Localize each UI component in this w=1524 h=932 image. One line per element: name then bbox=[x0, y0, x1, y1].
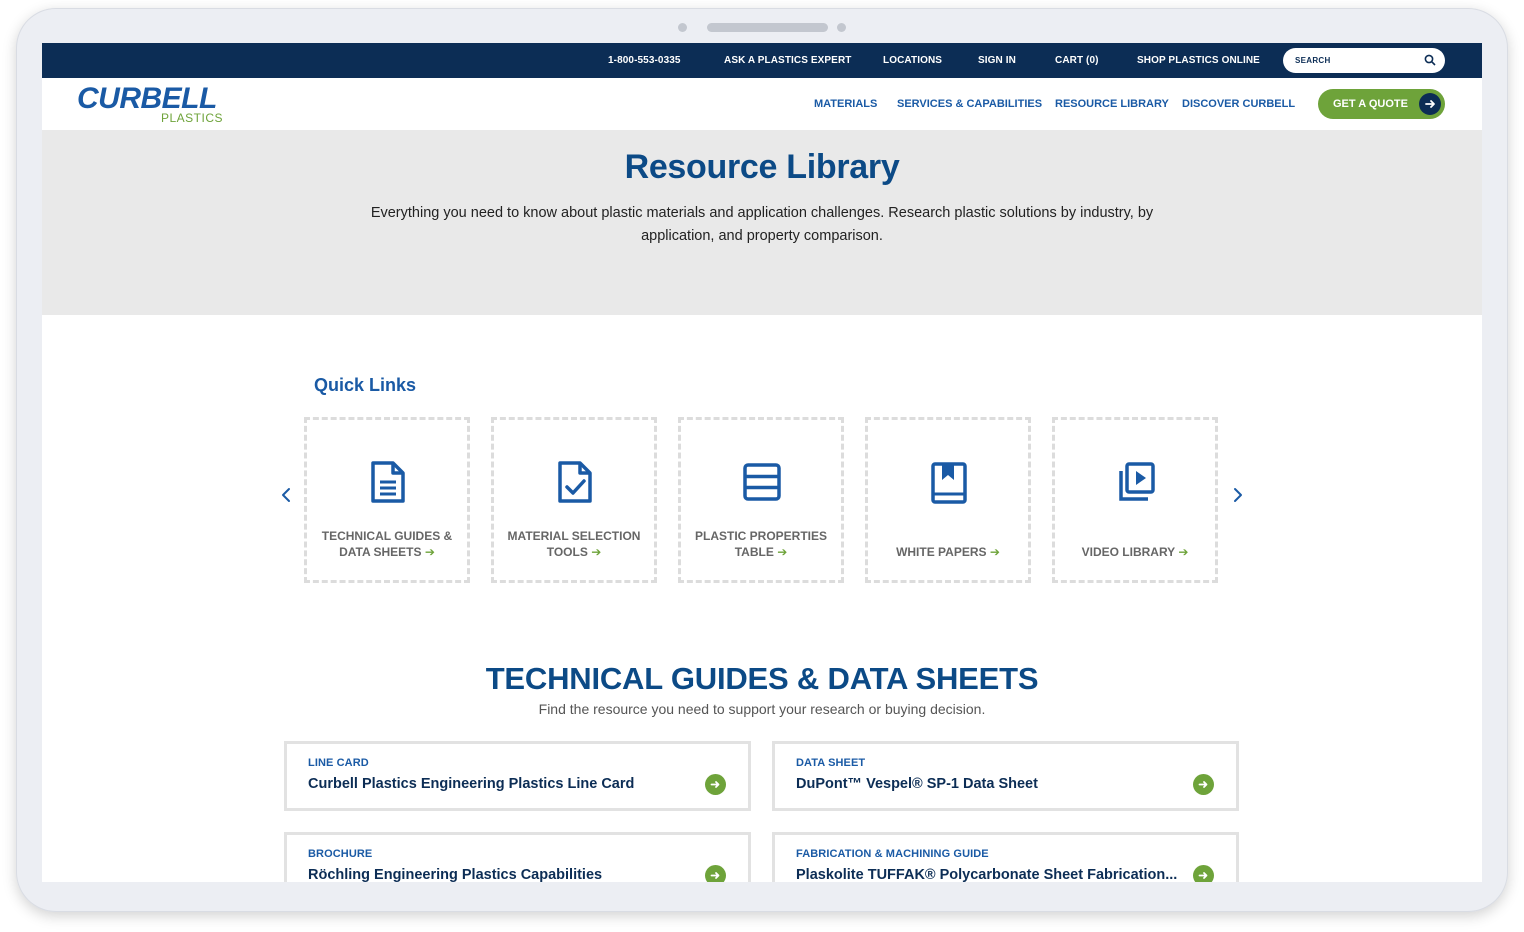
browser-screen: 1-800-553-0335 ASK A PLASTICS EXPERT LOC… bbox=[42, 43, 1482, 882]
speaker-slot bbox=[707, 23, 828, 32]
search-input[interactable]: SEARCH bbox=[1283, 48, 1445, 73]
resource-type: BROCHURE bbox=[308, 848, 373, 860]
locations-link[interactable]: LOCATIONS bbox=[883, 43, 942, 78]
resource-title: DuPont™ Vespel® SP-1 Data Sheet bbox=[796, 776, 1038, 792]
device-frame: 1-800-553-0335 ASK A PLASTICS EXPERT LOC… bbox=[16, 8, 1508, 912]
sign-in-link[interactable]: SIGN IN bbox=[978, 43, 1016, 78]
resource-type: FABRICATION & MACHINING GUIDE bbox=[796, 848, 989, 860]
arrow-right-icon[interactable] bbox=[705, 865, 726, 882]
resource-title: Curbell Plastics Engineering Plastics Li… bbox=[308, 776, 635, 792]
resource-title: Plaskolite TUFFAK® Polycarbonate Sheet F… bbox=[796, 867, 1178, 882]
page-title: Resource Library bbox=[624, 148, 900, 186]
arrow-right-icon[interactable] bbox=[1193, 865, 1214, 882]
quick-link-label: WHITE PAPERS ➔ bbox=[896, 545, 1000, 559]
resource-type: LINE CARD bbox=[308, 757, 369, 769]
utility-bar: 1-800-553-0335 ASK A PLASTICS EXPERT LOC… bbox=[42, 43, 1482, 78]
hero-description: Everything you need to know about plasti… bbox=[370, 205, 1154, 244]
resource-title: Röchling Engineering Plastics Capabiliti… bbox=[308, 867, 603, 882]
table-icon bbox=[743, 463, 781, 501]
nav-resource-library[interactable]: RESOURCE LIBRARY bbox=[1055, 78, 1169, 130]
cart-link[interactable]: CART (0) bbox=[1055, 43, 1099, 78]
quick-link-label: MATERIAL SELECTION TOOLS ➔ bbox=[507, 529, 641, 559]
chevron-left-icon[interactable] bbox=[277, 485, 297, 505]
quick-link-label: TECHNICAL GUIDES & DATA SHEETS ➔ bbox=[321, 529, 453, 559]
search-icon[interactable] bbox=[1424, 54, 1436, 66]
quick-link-technical-guides[interactable]: TECHNICAL GUIDES & DATA SHEETS ➔ bbox=[304, 417, 470, 583]
quick-link-material-selection[interactable]: MATERIAL SELECTION TOOLS ➔ bbox=[491, 417, 657, 583]
quick-link-label: VIDEO LIBRARY ➔ bbox=[1081, 545, 1189, 559]
arrow-right-icon[interactable] bbox=[1193, 774, 1214, 795]
quick-links-title: Quick Links bbox=[314, 375, 417, 395]
nav-materials[interactable]: MATERIALS bbox=[814, 78, 877, 130]
video-library-icon bbox=[1119, 462, 1155, 501]
sensor-dot bbox=[837, 23, 846, 32]
resource-card[interactable]: LINE CARD Curbell Plastics Engineering P… bbox=[284, 741, 751, 811]
bookmark-book-icon bbox=[931, 462, 967, 504]
nav-discover[interactable]: DISCOVER CURBELL bbox=[1182, 78, 1295, 130]
document-check-icon bbox=[558, 461, 592, 503]
search-placeholder: SEARCH bbox=[1295, 56, 1331, 65]
arrow-right-icon bbox=[1419, 93, 1441, 115]
resource-type: DATA SHEET bbox=[796, 757, 866, 769]
section-title: TECHNICAL GUIDES & DATA SHEETS bbox=[485, 661, 1039, 696]
main-nav: CURBELL PLASTICS MATERIALS SERVICES & CA… bbox=[42, 78, 1482, 130]
section-subtitle: Find the resource you need to support yo… bbox=[538, 701, 986, 717]
phone-link[interactable]: 1-800-553-0335 bbox=[608, 43, 681, 78]
nav-services[interactable]: SERVICES & CAPABILITIES bbox=[897, 78, 1042, 130]
arrow-right-icon[interactable] bbox=[705, 774, 726, 795]
quick-link-properties-table[interactable]: PLASTIC PROPERTIES TABLE ➔ bbox=[678, 417, 844, 583]
get-quote-label: GET A QUOTE bbox=[1333, 98, 1408, 110]
chevron-right-icon[interactable] bbox=[1227, 485, 1247, 505]
camera-dot bbox=[678, 23, 687, 32]
ask-expert-link[interactable]: ASK A PLASTICS EXPERT bbox=[724, 43, 852, 78]
quick-link-white-papers[interactable]: WHITE PAPERS ➔ bbox=[865, 417, 1031, 583]
hero-banner: Resource Library Everything you need to … bbox=[42, 130, 1482, 315]
document-icon bbox=[371, 461, 405, 503]
resource-card[interactable]: BROCHURE Röchling Engineering Plastics C… bbox=[284, 832, 751, 882]
resource-card[interactable]: DATA SHEET DuPont™ Vespel® SP-1 Data She… bbox=[772, 741, 1239, 811]
quick-link-label: PLASTIC PROPERTIES TABLE ➔ bbox=[694, 529, 828, 559]
logo-subtitle: PLASTICS bbox=[161, 111, 224, 125]
resource-card[interactable]: FABRICATION & MACHINING GUIDE Plaskolite… bbox=[772, 832, 1239, 882]
quick-link-video-library[interactable]: VIDEO LIBRARY ➔ bbox=[1052, 417, 1218, 583]
get-quote-button[interactable]: GET A QUOTE bbox=[1318, 89, 1445, 119]
shop-online-link[interactable]: SHOP PLASTICS ONLINE bbox=[1137, 43, 1260, 78]
